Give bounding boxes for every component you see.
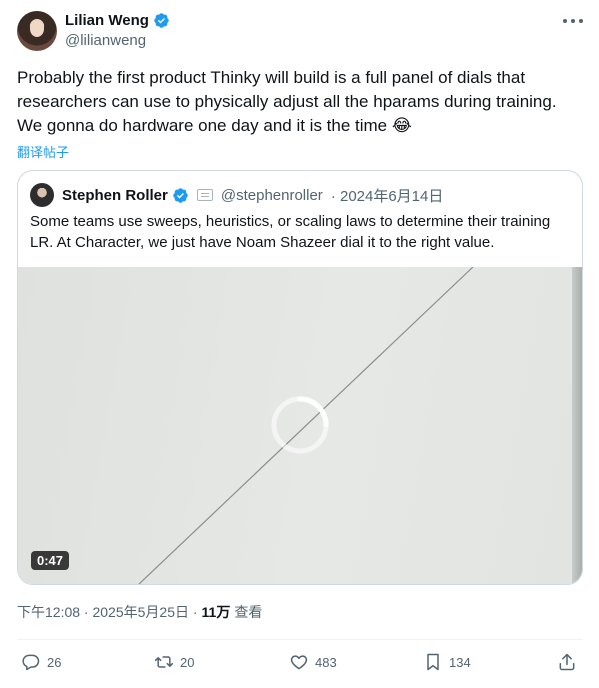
views-label: 查看 [234,604,263,620]
tweet-timestamp[interactable]: 下午12:08 · 2025年5月25日 · [17,602,198,622]
reply-count: 26 [47,654,62,670]
quoted-text: Some teams use sweeps, heuristics, or sc… [30,213,551,251]
like-button[interactable]: 483 [289,652,337,672]
tweet-meta: 下午12:08 · 2025年5月25日 · 11万 查看 [17,602,262,622]
translate-link[interactable]: 翻译帖子 [17,142,69,161]
author-name[interactable]: Lilian Weng [65,12,149,29]
loading-spinner-icon [271,396,329,454]
video-player[interactable]: 0:47 [18,267,582,584]
more-options-icon[interactable] [563,13,583,29]
author-name-row: Lilian Weng [65,12,170,29]
divider [17,639,583,640]
action-bar: 26 20 483 134 [17,652,583,676]
tweet-text: Probably the first product Thinky will b… [17,68,557,135]
bookmark-button[interactable]: 134 [423,652,471,672]
affiliation-badge-icon [196,189,213,201]
views-count: 11万 [201,604,231,620]
video-frame-edge [572,267,582,584]
like-count: 483 [315,654,337,670]
author-handle[interactable]: @lilianweng [65,32,146,49]
heart-icon [290,655,308,670]
repost-button[interactable]: 20 [154,652,194,672]
share-icon [559,653,575,671]
quoted-avatar [30,183,54,207]
bookmark-count: 134 [449,654,471,670]
verified-badge-icon[interactable] [153,12,170,29]
verified-badge-icon [173,187,188,203]
author-avatar[interactable] [17,11,57,51]
reply-button[interactable]: 26 [21,652,61,672]
share-button[interactable] [557,652,577,672]
video-duration: 0:47 [31,551,70,570]
repost-icon [154,656,174,668]
quoted-handle: @stephenroller [220,186,323,204]
quoted-date: · 2024年6月14日 [330,187,444,205]
quoted-tweet[interactable]: Stephen Roller @stephenroller · 2024年6月1… [17,170,583,585]
tweet-header: Lilian Weng @lilianweng [17,11,583,53]
repost-count: 20 [180,654,195,670]
quoted-name: Stephen Roller [62,186,168,204]
bookmark-icon [427,653,439,671]
reply-icon [22,654,40,671]
quoted-header: Stephen Roller @stephenroller · 2024年6月1… [30,183,443,207]
